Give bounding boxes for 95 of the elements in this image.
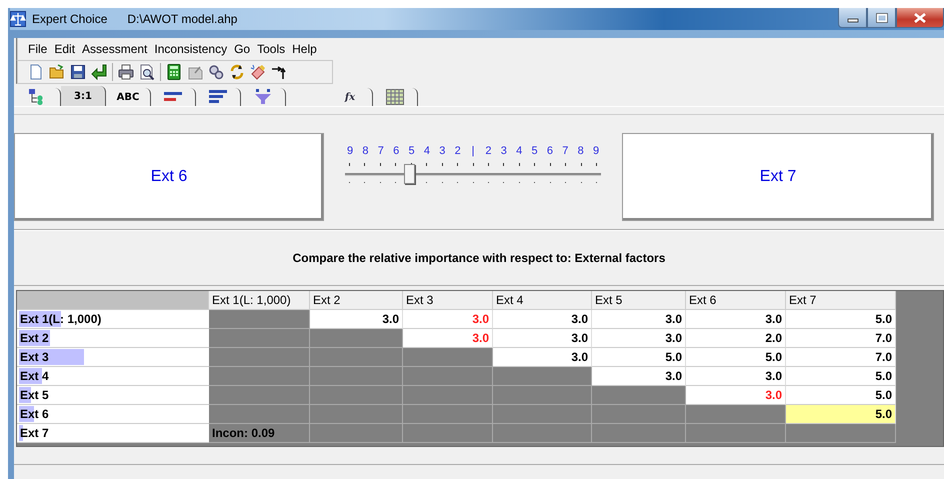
file-path: D:\AWOT model.ahp bbox=[127, 12, 238, 26]
judgment-cell[interactable]: 2.0 bbox=[686, 329, 786, 348]
open-folder-icon[interactable] bbox=[49, 64, 65, 80]
column-header: Ext 3 bbox=[403, 291, 493, 310]
row-header[interactable]: Ext 4 bbox=[17, 367, 209, 386]
table-icon bbox=[386, 89, 404, 105]
judgment-cell[interactable]: 7.0 bbox=[786, 348, 896, 367]
right-element-box[interactable]: Ext 7 bbox=[622, 133, 934, 221]
funnel-icon bbox=[254, 89, 272, 105]
menu-item[interactable]: Edit bbox=[54, 42, 76, 56]
row-label: Ext 1(L: 1,000) bbox=[19, 312, 102, 326]
menu-item[interactable]: Assessment bbox=[82, 42, 148, 56]
scale-number: 2 bbox=[484, 145, 492, 157]
scale-number: 4 bbox=[515, 145, 524, 157]
tab[interactable]: 3:1 bbox=[61, 86, 106, 106]
minimize-button[interactable] bbox=[838, 8, 867, 28]
row-label: Ext 7 bbox=[19, 426, 49, 440]
judgment-cell[interactable]: 5.0 bbox=[592, 348, 686, 367]
scale-number: 4 bbox=[422, 145, 431, 157]
row-header[interactable]: Ext 7 bbox=[17, 424, 209, 443]
menu-item[interactable]: Inconsistency bbox=[154, 42, 228, 56]
row-header[interactable]: Ext 5 bbox=[17, 386, 209, 405]
judgment-cell[interactable]: 5.0 bbox=[786, 310, 896, 329]
column-header: Ext 7 bbox=[786, 291, 896, 310]
row-header[interactable]: Ext 3 bbox=[17, 348, 209, 367]
close-button[interactable] bbox=[896, 8, 944, 28]
scale-number: 7 bbox=[561, 145, 570, 157]
row-label: Ext 2 bbox=[19, 331, 49, 345]
judgment-cell[interactable]: 3.0 bbox=[403, 310, 493, 329]
judgment-cell[interactable]: 3.0 bbox=[493, 310, 592, 329]
scale-number: 8 bbox=[576, 145, 585, 157]
document-pen-icon[interactable] bbox=[187, 64, 203, 80]
scale-number: 5 bbox=[407, 145, 416, 157]
maximize-button[interactable] bbox=[867, 8, 896, 28]
calculator-icon[interactable] bbox=[166, 64, 182, 80]
scale-number: 2 bbox=[454, 145, 462, 157]
scale-number: 6 bbox=[392, 145, 400, 157]
row-label: Ext 6 bbox=[19, 407, 49, 421]
judgment-cell[interactable]: 3.0 bbox=[686, 386, 786, 405]
new-file-icon[interactable] bbox=[28, 64, 44, 80]
arrows-icon[interactable] bbox=[271, 64, 287, 80]
slider-thumb[interactable] bbox=[404, 164, 415, 184]
row-header[interactable]: Ext 2 bbox=[17, 329, 209, 348]
judgment-cell[interactable]: 3.0 bbox=[686, 310, 786, 329]
judgment-cell[interactable]: 5.0 bbox=[686, 348, 786, 367]
window-title: Expert Choice bbox=[32, 12, 108, 26]
row-label: Ext 3 bbox=[19, 350, 49, 364]
return-arrow-icon[interactable] bbox=[91, 64, 107, 80]
judgment-cell[interactable]: 3.0 bbox=[310, 310, 403, 329]
row-header[interactable]: Ext 6 bbox=[17, 405, 209, 424]
comparison-prompt: Compare the relative importance with respect to: External factors bbox=[292, 251, 666, 265]
judgment-cell[interactable]: 3.0 bbox=[592, 329, 686, 348]
scale-number: 7 bbox=[376, 145, 385, 157]
judgment-cell[interactable]: 3.0 bbox=[493, 329, 592, 348]
scale-number: 3 bbox=[500, 145, 508, 157]
refresh-icon[interactable] bbox=[229, 64, 245, 80]
menu-item[interactable]: Help bbox=[292, 42, 317, 56]
save-icon[interactable] bbox=[70, 64, 86, 80]
scale-number: 9 bbox=[346, 145, 354, 157]
print-icon[interactable] bbox=[118, 64, 134, 80]
scale-number: 3 bbox=[438, 145, 446, 157]
scale-number: 5 bbox=[530, 145, 539, 157]
gears-icon[interactable] bbox=[208, 64, 224, 80]
row-label: Ext 4 bbox=[19, 369, 49, 383]
row-label: Ext 5 bbox=[19, 388, 49, 402]
scale-number: 6 bbox=[546, 145, 554, 157]
scale-number: 8 bbox=[361, 145, 370, 157]
print-preview-icon[interactable] bbox=[139, 64, 155, 80]
bar-chart-icon bbox=[209, 89, 227, 105]
column-header: Ext 6 bbox=[686, 291, 786, 310]
left-element-box[interactable]: Ext 6 bbox=[14, 133, 324, 221]
column-header: Ext 4 bbox=[493, 291, 592, 310]
judgment-cell[interactable]: 3.0 bbox=[592, 367, 686, 386]
eraser-icon[interactable] bbox=[250, 64, 266, 80]
judgment-cell[interactable]: 5.0 bbox=[786, 367, 896, 386]
judgment-cell[interactable]: 3.0 bbox=[403, 329, 493, 348]
menu-item[interactable]: Go bbox=[234, 42, 250, 56]
menu-item[interactable]: File bbox=[28, 42, 48, 56]
judgment-cell[interactable]: 3.0 bbox=[592, 310, 686, 329]
maximize-icon bbox=[876, 12, 888, 22]
column-header: Ext 1(L: 1,000) bbox=[209, 291, 310, 310]
judgment-cell[interactable]: 5.0 bbox=[786, 405, 896, 424]
app-icon bbox=[10, 11, 26, 27]
judgment-cell[interactable]: 7.0 bbox=[786, 329, 896, 348]
inconsistency-ratio: Incon: 0.09 bbox=[209, 424, 310, 443]
column-header: Ext 5 bbox=[592, 291, 686, 310]
judgment-cell[interactable]: 5.0 bbox=[786, 386, 896, 405]
judgment-cell[interactable]: 3.0 bbox=[493, 348, 592, 367]
column-header: Ext 2 bbox=[310, 291, 403, 310]
scale-number: | bbox=[470, 145, 476, 157]
close-icon bbox=[913, 12, 927, 22]
row-header[interactable]: Ext 1(L: 1,000) bbox=[17, 310, 209, 329]
judgment-cell[interactable]: 3.0 bbox=[686, 367, 786, 386]
scale-number: 9 bbox=[592, 145, 600, 157]
menu-item[interactable]: Tools bbox=[257, 42, 286, 56]
